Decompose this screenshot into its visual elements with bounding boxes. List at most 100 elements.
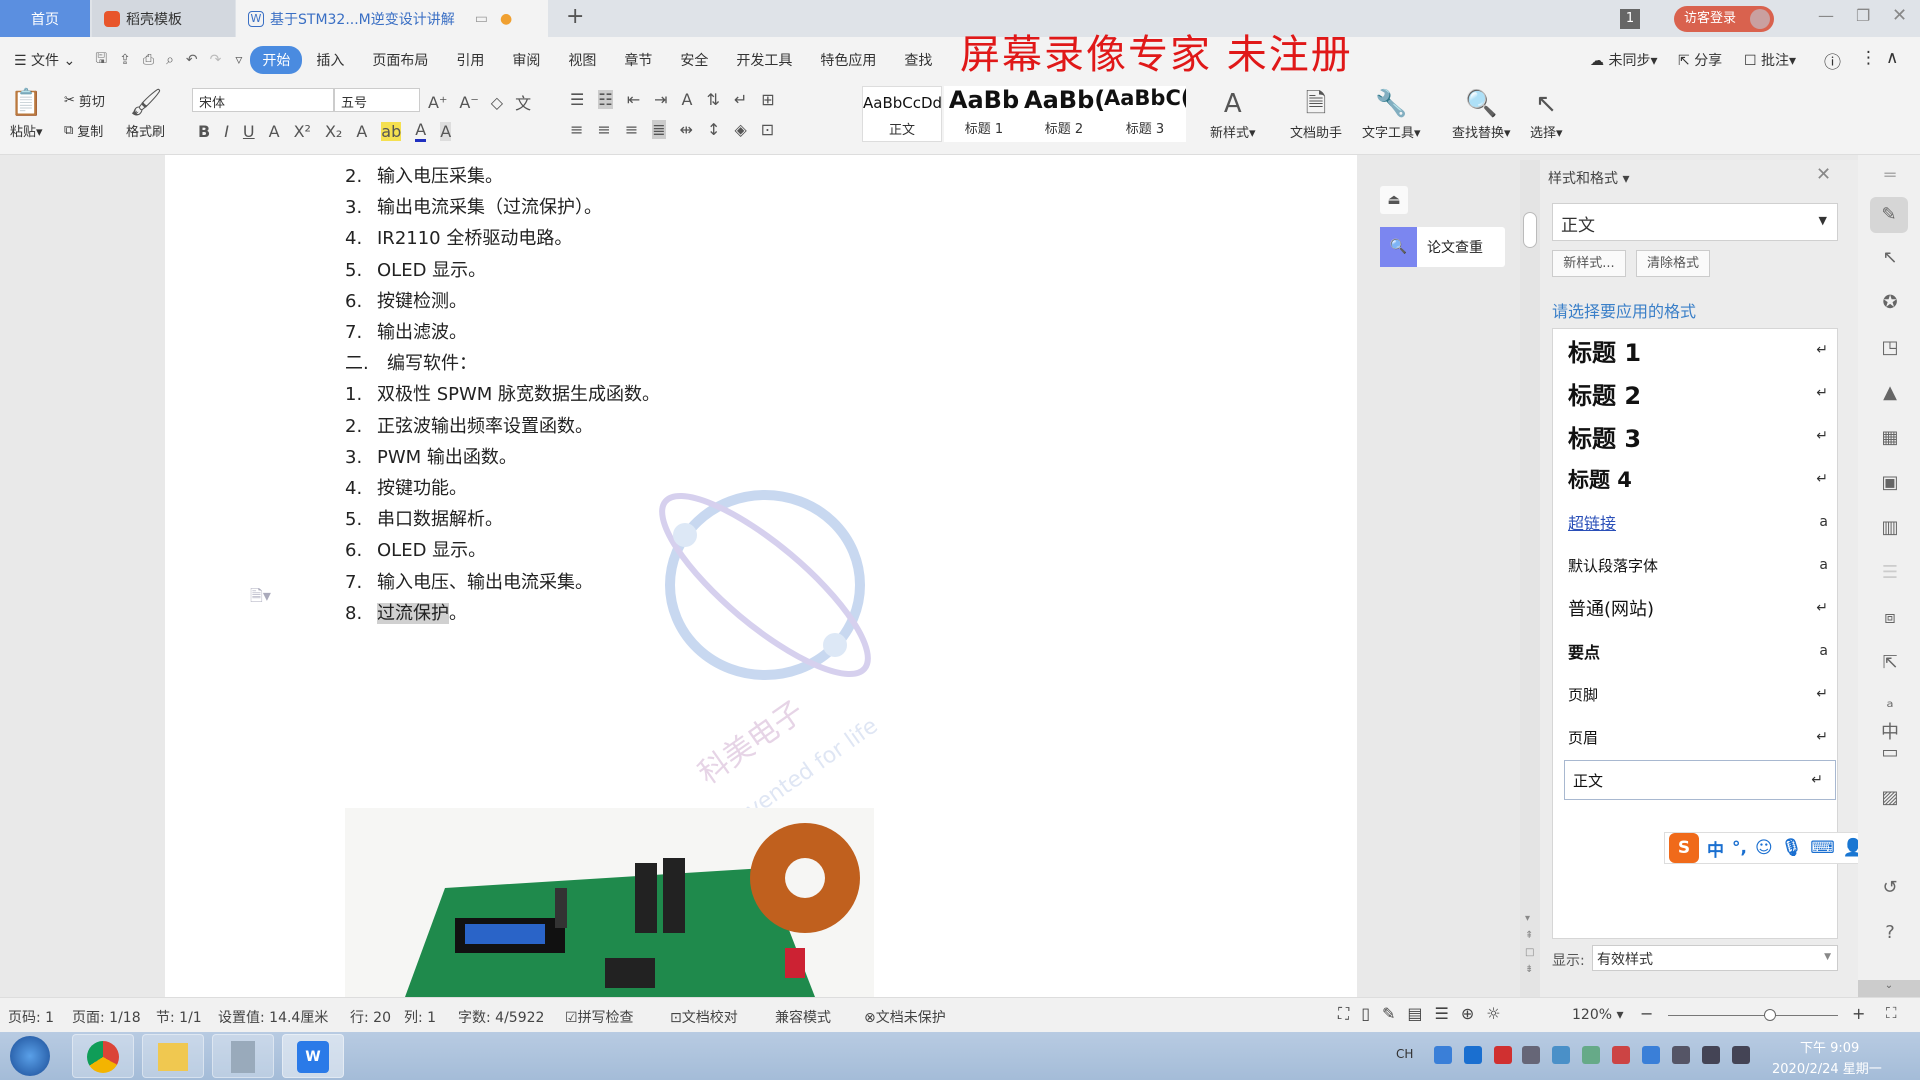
plagiarism-check-button[interactable]: 🔍 论文查重 [1380,227,1505,267]
doc-protect-button[interactable]: ⊗文档未保护 [864,1007,946,1027]
save-icon[interactable]: 🖫 [89,48,113,72]
zoom-out-button[interactable]: − [1640,1004,1653,1023]
zoom-select[interactable]: 120% ▾ [1572,1007,1624,1023]
undo-icon[interactable]: ↶ [180,52,204,68]
zoom-slider[interactable] [1668,1009,1838,1021]
menu-chapter[interactable]: 章节 [610,50,666,70]
taskbar-wps[interactable]: W [282,1034,344,1078]
list-item[interactable]: 8. 过流保护。 [345,599,467,625]
page-nav-icons[interactable]: ▾ ⇞ □ ⇟ [1525,910,1534,978]
select-button[interactable]: ↖ 选择▾ [1530,88,1563,141]
help-circle-icon[interactable]: ? [1878,922,1902,946]
style-list-item[interactable]: 要点 a [1560,631,1840,671]
list-item[interactable]: 6. 按键检测。 [345,287,467,313]
list-item[interactable]: 5. 串口数据解析。 [345,505,503,531]
paste-button[interactable]: 📋 粘贴▾ [10,87,43,140]
menu-view[interactable]: 视图 [554,50,610,70]
clear-format-icon[interactable]: ◇ [491,93,503,112]
style-format-icon[interactable]: ✎ [1870,197,1908,233]
restore-button[interactable]: ❐ [1856,6,1870,25]
ime-punct-toggle[interactable]: °, [1732,838,1747,858]
menu-reference[interactable]: 引用 [442,50,498,70]
sidebar-expand-icon[interactable]: ⌄ [1858,980,1920,997]
more-icon[interactable]: ⋮ [1860,48,1877,68]
drag-handle-icon[interactable]: ═ [1878,165,1902,189]
scrollbar-thumb[interactable] [1523,212,1537,248]
zoom-in-button[interactable]: + [1852,1004,1865,1023]
status-col[interactable]: 列: 1 [404,1007,436,1027]
export-icon[interactable]: ⇪ [113,52,137,68]
bullet-list-icon[interactable]: ☰ [570,90,584,109]
close-panel-icon[interactable]: ✕ [1816,164,1831,185]
tray-icon[interactable] [1552,1046,1570,1064]
tray-icon[interactable] [1522,1046,1540,1064]
collapse-ribbon-icon[interactable]: ∧ [1886,48,1898,68]
char-shading-icon[interactable]: A [440,121,452,141]
start-button[interactable] [10,1036,50,1076]
list-item[interactable]: 二. 编写软件： [345,349,477,375]
list-item[interactable]: 4. IR2110 全桥驱动电路。 [345,224,572,250]
tray-icon[interactable] [1434,1046,1452,1064]
text-tools-button[interactable]: 🔧 文字工具▾ [1362,88,1421,141]
menu-features[interactable]: 特色应用 [806,50,890,70]
format-painter-button[interactable]: 🖌 格式刷 [126,87,165,140]
phonetic-icon[interactable]: 文 [515,90,531,114]
style-list-item[interactable]: 页眉 ↵ [1560,717,1840,757]
italic-icon[interactable]: I [224,122,229,141]
style-list-item[interactable]: 标题 1 ↵ [1560,330,1840,370]
help-icon[interactable]: ⓘ [1824,48,1841,73]
borders-icon[interactable]: ⊡ [761,120,774,139]
status-setting[interactable]: 设置值: 14.4厘米 [218,1007,328,1027]
style-list-item[interactable]: 超链接 a [1560,502,1840,542]
menu-developer[interactable]: 开发工具 [722,50,806,70]
font-name-select[interactable]: 宋体 [192,88,334,112]
outdent-icon[interactable]: ⇤ [627,90,640,109]
doc-proof-button[interactable]: ⊡文档校对 [670,1007,738,1027]
window-count-badge[interactable]: 1 [1620,9,1640,29]
monitor-icon[interactable]: ▭ [475,11,488,27]
view-mode-icons[interactable]: ⛶▯✎▤☰⊕☼ [1338,1004,1513,1024]
style-list-item[interactable]: 正文 ↵ [1564,760,1836,800]
mic-icon[interactable]: 🎙 [1781,838,1803,858]
archive-icon[interactable]: ▭ [1878,742,1902,766]
image-frame-icon[interactable]: ⧈ [1878,607,1902,631]
tray-icon[interactable] [1612,1046,1630,1064]
redo-icon[interactable]: ↷ [204,52,228,68]
shrink-font-icon[interactable]: A⁻ [459,93,478,112]
style-list-item[interactable]: 标题 2 ↵ [1560,373,1840,413]
current-style-select[interactable]: 正文 ▼ [1552,203,1838,241]
doc-assistant-button[interactable]: 🗎 文档助手 [1290,88,1342,141]
style-heading2[interactable]: AaBb(标题 2 [1024,86,1104,142]
print-icon[interactable]: ⎙ [137,52,160,68]
style-list-item[interactable]: 页脚 ↵ [1560,674,1840,714]
align-center-icon[interactable]: ≡ [597,120,610,139]
clock-date[interactable]: 2020/2/24 星期一 [1772,1058,1882,1077]
tray-icon[interactable] [1494,1046,1512,1064]
copy-button[interactable]: ⧉ 复制 [64,121,103,140]
text-effect-icon[interactable]: A [356,122,367,141]
taskbar-calculator[interactable] [212,1034,274,1078]
fullscreen-icon[interactable]: ⛶ [1886,1004,1897,1022]
font-color-icon[interactable]: A [415,120,427,142]
tab-home[interactable]: 首页 [0,0,90,37]
file-menu[interactable]: ☰ 文件 ⌄ [0,50,89,70]
minimize-button[interactable]: — [1818,6,1834,25]
document-page[interactable]: 科美电子 Invented for life 🗎▾ [165,155,1357,997]
menu-start[interactable]: 开始 [250,46,303,74]
style-list-item[interactable]: 默认段落字体 a [1560,545,1840,585]
list-item[interactable]: 2. 正弦波输出频率设置函数。 [345,412,593,438]
bold-icon[interactable]: B [198,122,210,141]
comment-button[interactable]: ☐ 批注▾ [1744,50,1796,70]
input-language[interactable]: CH [1396,1047,1413,1061]
status-row[interactable]: 行: 20 [350,1007,391,1027]
taskbar-chrome[interactable] [72,1034,134,1078]
spell-check-button[interactable]: ☑拼写检查 [565,1007,634,1027]
text-style-icon[interactable]: ▲ [1878,382,1902,406]
menu-review[interactable]: 审阅 [498,50,554,70]
table-border-icon[interactable]: ⊞ [761,90,774,109]
superscript-icon[interactable]: X² [294,122,311,141]
line-break-icon[interactable]: ↵ [734,90,747,109]
tab-document[interactable]: W 基于STM32...M逆变设计讲解 ▭ ● [236,0,548,37]
zoom-slider-thumb[interactable] [1764,1009,1776,1021]
list-item[interactable]: 7. 输入电压、输出电流采集。 [345,568,593,594]
